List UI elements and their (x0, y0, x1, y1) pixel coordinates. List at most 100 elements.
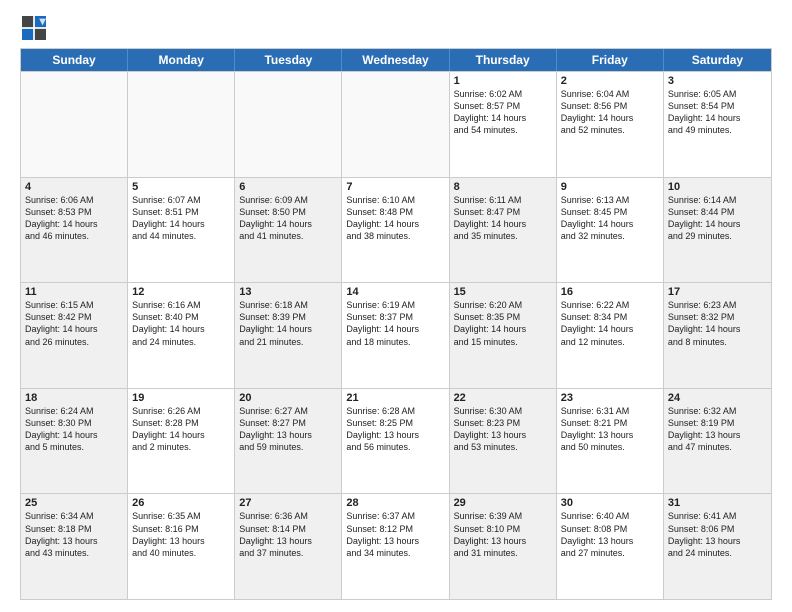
day-number: 16 (561, 286, 659, 298)
calendar-cell-4: 4Sunrise: 6:06 AM Sunset: 8:53 PM Daylig… (21, 178, 128, 283)
cell-info-text: Sunrise: 6:24 AM Sunset: 8:30 PM Dayligh… (25, 405, 123, 454)
cell-info-text: Sunrise: 6:22 AM Sunset: 8:34 PM Dayligh… (561, 299, 659, 348)
day-number: 8 (454, 181, 552, 193)
calendar-cell-31: 31Sunrise: 6:41 AM Sunset: 8:06 PM Dayli… (664, 494, 771, 599)
cell-info-text: Sunrise: 6:35 AM Sunset: 8:16 PM Dayligh… (132, 510, 230, 559)
day-number: 20 (239, 392, 337, 404)
calendar-cell-19: 19Sunrise: 6:26 AM Sunset: 8:28 PM Dayli… (128, 389, 235, 494)
calendar-cell-2: 2Sunrise: 6:04 AM Sunset: 8:56 PM Daylig… (557, 72, 664, 177)
day-number: 14 (346, 286, 444, 298)
day-number: 29 (454, 497, 552, 509)
calendar-cell-27: 27Sunrise: 6:36 AM Sunset: 8:14 PM Dayli… (235, 494, 342, 599)
day-number: 31 (668, 497, 767, 509)
cell-info-text: Sunrise: 6:41 AM Sunset: 8:06 PM Dayligh… (668, 510, 767, 559)
cell-info-text: Sunrise: 6:13 AM Sunset: 8:45 PM Dayligh… (561, 194, 659, 243)
cell-info-text: Sunrise: 6:32 AM Sunset: 8:19 PM Dayligh… (668, 405, 767, 454)
day-number: 24 (668, 392, 767, 404)
weekday-header-monday: Monday (128, 49, 235, 71)
day-number: 10 (668, 181, 767, 193)
day-number: 30 (561, 497, 659, 509)
calendar-cell-10: 10Sunrise: 6:14 AM Sunset: 8:44 PM Dayli… (664, 178, 771, 283)
day-number: 12 (132, 286, 230, 298)
cell-info-text: Sunrise: 6:06 AM Sunset: 8:53 PM Dayligh… (25, 194, 123, 243)
calendar-cell-22: 22Sunrise: 6:30 AM Sunset: 8:23 PM Dayli… (450, 389, 557, 494)
day-number: 7 (346, 181, 444, 193)
calendar-cell-3: 3Sunrise: 6:05 AM Sunset: 8:54 PM Daylig… (664, 72, 771, 177)
calendar-cell-7: 7Sunrise: 6:10 AM Sunset: 8:48 PM Daylig… (342, 178, 449, 283)
cell-info-text: Sunrise: 6:36 AM Sunset: 8:14 PM Dayligh… (239, 510, 337, 559)
cell-info-text: Sunrise: 6:26 AM Sunset: 8:28 PM Dayligh… (132, 405, 230, 454)
cell-info-text: Sunrise: 6:16 AM Sunset: 8:40 PM Dayligh… (132, 299, 230, 348)
cell-info-text: Sunrise: 6:19 AM Sunset: 8:37 PM Dayligh… (346, 299, 444, 348)
calendar-cell-17: 17Sunrise: 6:23 AM Sunset: 8:32 PM Dayli… (664, 283, 771, 388)
calendar-header: SundayMondayTuesdayWednesdayThursdayFrid… (21, 49, 771, 71)
calendar-row-4: 18Sunrise: 6:24 AM Sunset: 8:30 PM Dayli… (21, 388, 771, 494)
header-area (20, 16, 772, 40)
generalblue-logo-icon (22, 16, 46, 40)
calendar-row-3: 11Sunrise: 6:15 AM Sunset: 8:42 PM Dayli… (21, 282, 771, 388)
calendar: SundayMondayTuesdayWednesdayThursdayFrid… (20, 48, 772, 600)
cell-info-text: Sunrise: 6:18 AM Sunset: 8:39 PM Dayligh… (239, 299, 337, 348)
calendar-cell-12: 12Sunrise: 6:16 AM Sunset: 8:40 PM Dayli… (128, 283, 235, 388)
cell-info-text: Sunrise: 6:04 AM Sunset: 8:56 PM Dayligh… (561, 88, 659, 137)
day-number: 21 (346, 392, 444, 404)
calendar-body: 1Sunrise: 6:02 AM Sunset: 8:57 PM Daylig… (21, 71, 771, 599)
calendar-cell-empty-2 (235, 72, 342, 177)
cell-info-text: Sunrise: 6:14 AM Sunset: 8:44 PM Dayligh… (668, 194, 767, 243)
calendar-cell-25: 25Sunrise: 6:34 AM Sunset: 8:18 PM Dayli… (21, 494, 128, 599)
calendar-cell-30: 30Sunrise: 6:40 AM Sunset: 8:08 PM Dayli… (557, 494, 664, 599)
cell-info-text: Sunrise: 6:28 AM Sunset: 8:25 PM Dayligh… (346, 405, 444, 454)
cell-info-text: Sunrise: 6:05 AM Sunset: 8:54 PM Dayligh… (668, 88, 767, 137)
cell-info-text: Sunrise: 6:02 AM Sunset: 8:57 PM Dayligh… (454, 88, 552, 137)
cell-info-text: Sunrise: 6:39 AM Sunset: 8:10 PM Dayligh… (454, 510, 552, 559)
calendar-cell-24: 24Sunrise: 6:32 AM Sunset: 8:19 PM Dayli… (664, 389, 771, 494)
day-number: 6 (239, 181, 337, 193)
cell-info-text: Sunrise: 6:34 AM Sunset: 8:18 PM Dayligh… (25, 510, 123, 559)
calendar-cell-1: 1Sunrise: 6:02 AM Sunset: 8:57 PM Daylig… (450, 72, 557, 177)
calendar-cell-18: 18Sunrise: 6:24 AM Sunset: 8:30 PM Dayli… (21, 389, 128, 494)
calendar-cell-11: 11Sunrise: 6:15 AM Sunset: 8:42 PM Dayli… (21, 283, 128, 388)
calendar-cell-5: 5Sunrise: 6:07 AM Sunset: 8:51 PM Daylig… (128, 178, 235, 283)
cell-info-text: Sunrise: 6:10 AM Sunset: 8:48 PM Dayligh… (346, 194, 444, 243)
weekday-header-friday: Friday (557, 49, 664, 71)
weekday-header-sunday: Sunday (21, 49, 128, 71)
day-number: 5 (132, 181, 230, 193)
calendar-cell-29: 29Sunrise: 6:39 AM Sunset: 8:10 PM Dayli… (450, 494, 557, 599)
cell-info-text: Sunrise: 6:31 AM Sunset: 8:21 PM Dayligh… (561, 405, 659, 454)
calendar-cell-8: 8Sunrise: 6:11 AM Sunset: 8:47 PM Daylig… (450, 178, 557, 283)
calendar-page: SundayMondayTuesdayWednesdayThursdayFrid… (0, 0, 792, 612)
weekday-header-wednesday: Wednesday (342, 49, 449, 71)
day-number: 18 (25, 392, 123, 404)
weekday-header-thursday: Thursday (450, 49, 557, 71)
logo-area (20, 16, 51, 40)
day-number: 13 (239, 286, 337, 298)
calendar-cell-empty-0 (21, 72, 128, 177)
cell-info-text: Sunrise: 6:30 AM Sunset: 8:23 PM Dayligh… (454, 405, 552, 454)
day-number: 1 (454, 75, 552, 87)
day-number: 11 (25, 286, 123, 298)
calendar-cell-21: 21Sunrise: 6:28 AM Sunset: 8:25 PM Dayli… (342, 389, 449, 494)
day-number: 3 (668, 75, 767, 87)
weekday-header-saturday: Saturday (664, 49, 771, 71)
cell-info-text: Sunrise: 6:07 AM Sunset: 8:51 PM Dayligh… (132, 194, 230, 243)
calendar-cell-28: 28Sunrise: 6:37 AM Sunset: 8:12 PM Dayli… (342, 494, 449, 599)
calendar-cell-23: 23Sunrise: 6:31 AM Sunset: 8:21 PM Dayli… (557, 389, 664, 494)
calendar-cell-26: 26Sunrise: 6:35 AM Sunset: 8:16 PM Dayli… (128, 494, 235, 599)
cell-info-text: Sunrise: 6:40 AM Sunset: 8:08 PM Dayligh… (561, 510, 659, 559)
calendar-cell-9: 9Sunrise: 6:13 AM Sunset: 8:45 PM Daylig… (557, 178, 664, 283)
day-number: 26 (132, 497, 230, 509)
cell-info-text: Sunrise: 6:23 AM Sunset: 8:32 PM Dayligh… (668, 299, 767, 348)
day-number: 23 (561, 392, 659, 404)
cell-info-text: Sunrise: 6:27 AM Sunset: 8:27 PM Dayligh… (239, 405, 337, 454)
cell-info-text: Sunrise: 6:09 AM Sunset: 8:50 PM Dayligh… (239, 194, 337, 243)
day-number: 17 (668, 286, 767, 298)
calendar-cell-13: 13Sunrise: 6:18 AM Sunset: 8:39 PM Dayli… (235, 283, 342, 388)
day-number: 19 (132, 392, 230, 404)
calendar-cell-14: 14Sunrise: 6:19 AM Sunset: 8:37 PM Dayli… (342, 283, 449, 388)
day-number: 22 (454, 392, 552, 404)
cell-info-text: Sunrise: 6:37 AM Sunset: 8:12 PM Dayligh… (346, 510, 444, 559)
calendar-cell-empty-1 (128, 72, 235, 177)
calendar-cell-empty-3 (342, 72, 449, 177)
calendar-row-2: 4Sunrise: 6:06 AM Sunset: 8:53 PM Daylig… (21, 177, 771, 283)
day-number: 28 (346, 497, 444, 509)
